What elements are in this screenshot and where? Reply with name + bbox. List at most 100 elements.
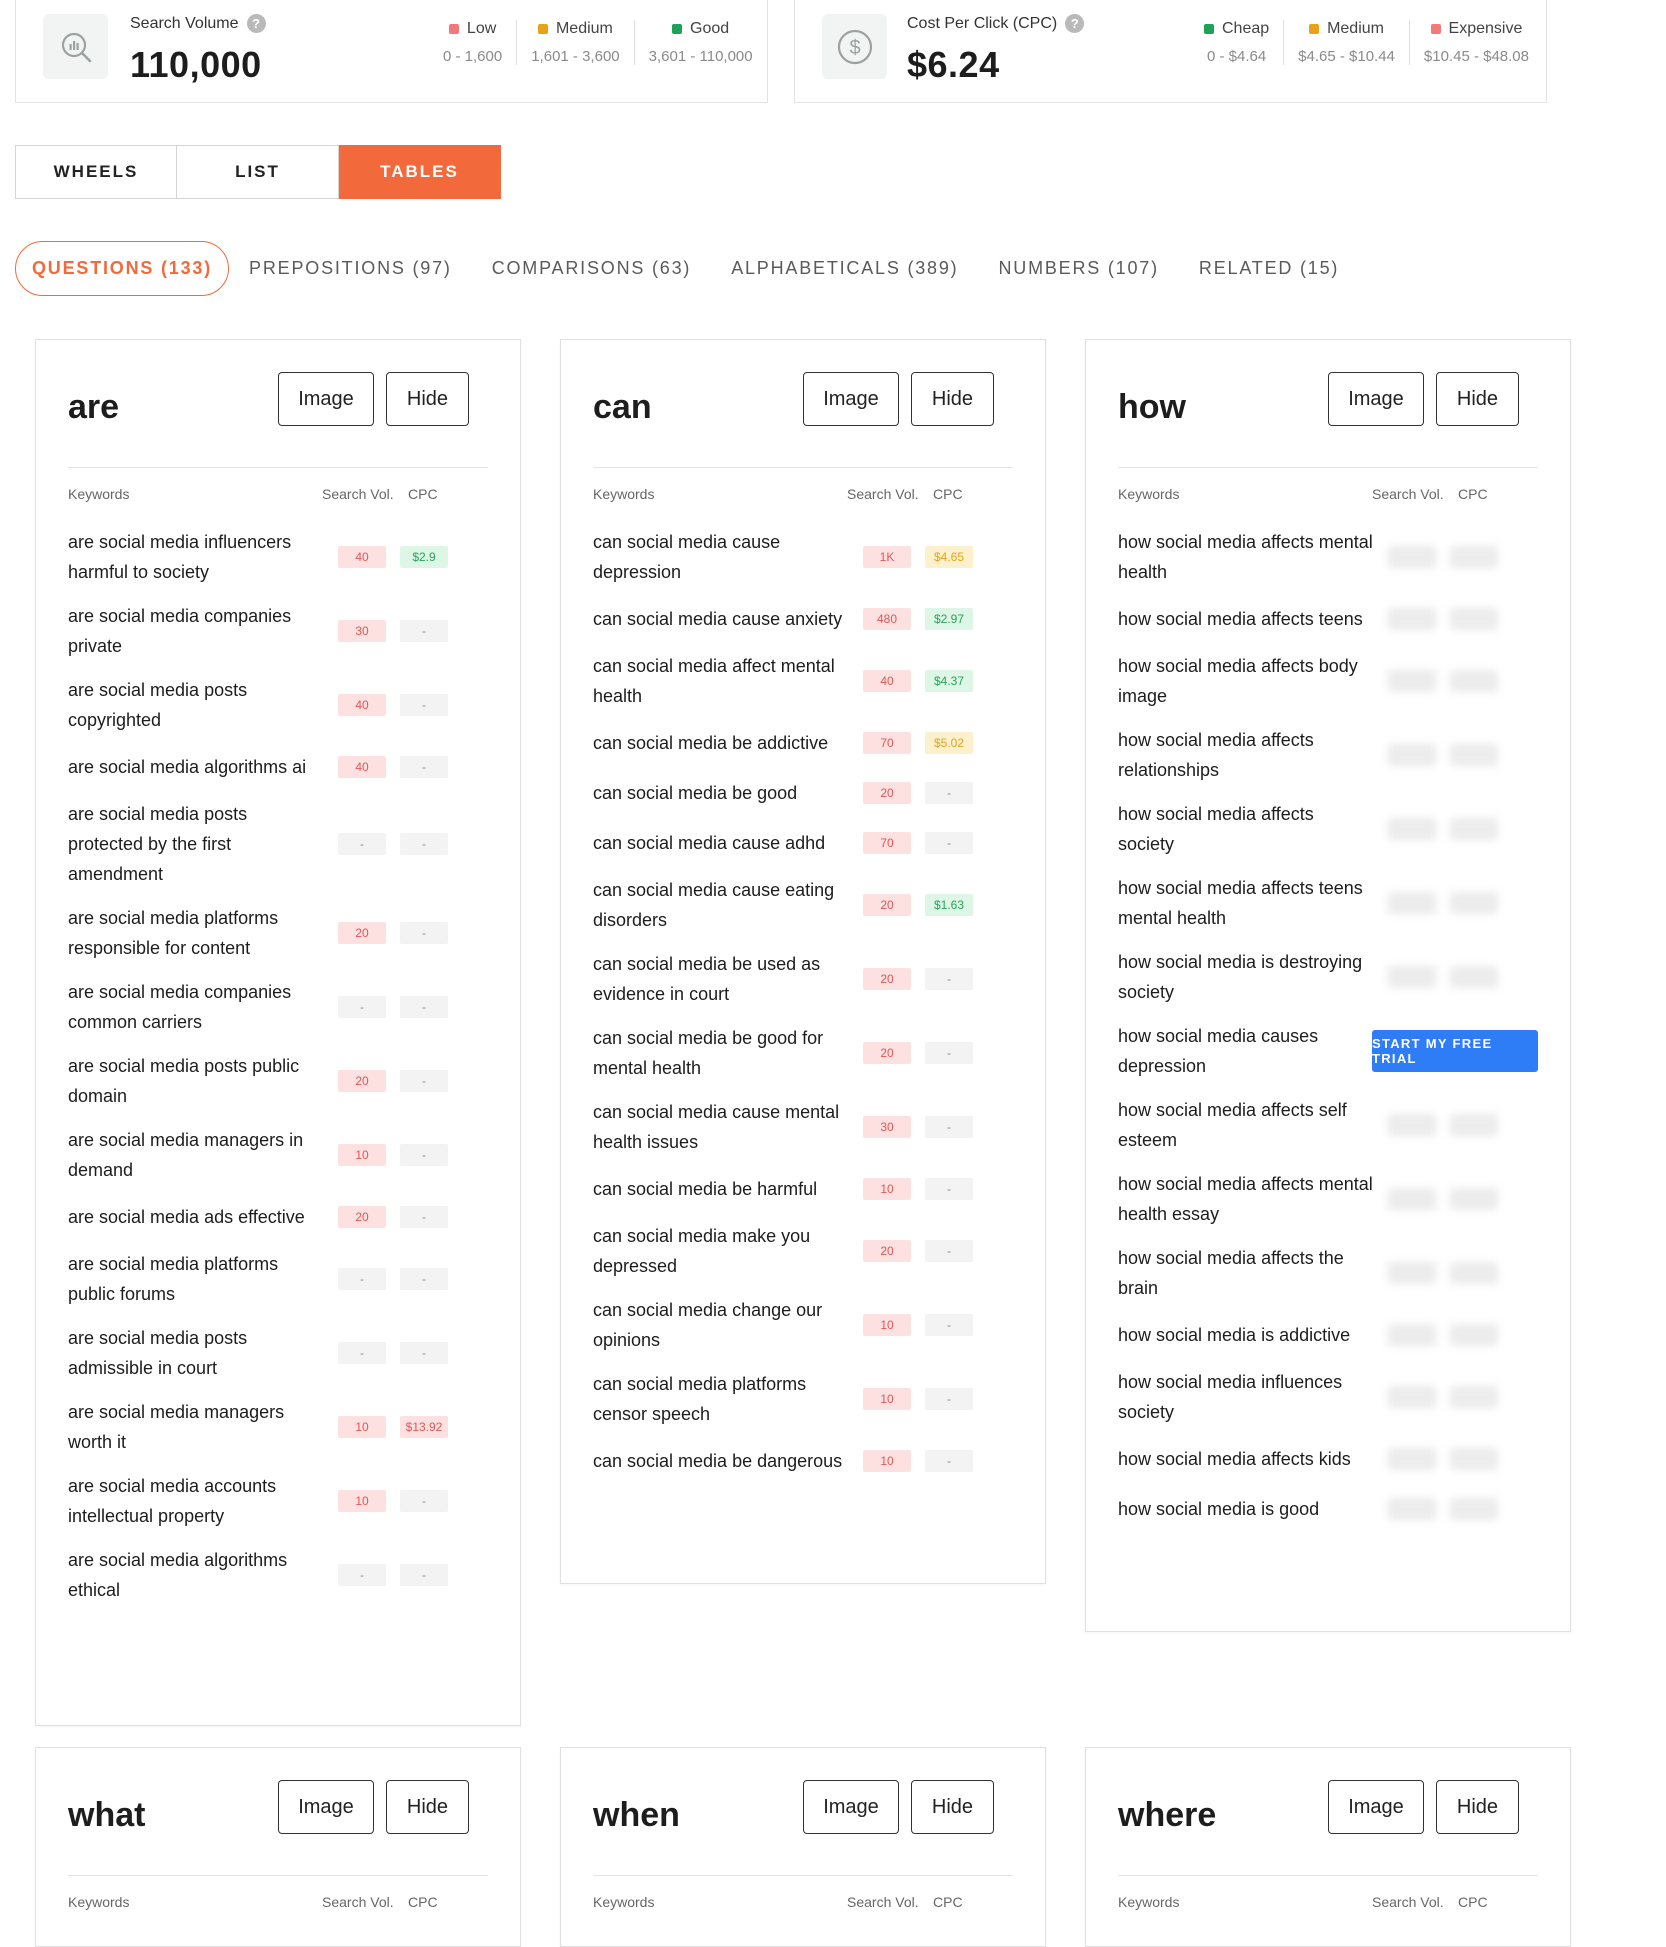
keyword-text[interactable]: can social media be good xyxy=(593,778,848,808)
keyword-row[interactable]: how social media affects kids xyxy=(1118,1434,1548,1484)
view-list-button[interactable]: LIST xyxy=(177,145,339,199)
hide-button[interactable]: Hide xyxy=(911,372,994,426)
hide-button[interactable]: Hide xyxy=(1436,1780,1519,1834)
keyword-text[interactable]: how social media affects teens mental he… xyxy=(1118,873,1373,933)
keyword-row[interactable]: can social media be dangerous 10- xyxy=(593,1436,1023,1486)
keyword-row[interactable]: how social media affects the brain xyxy=(1118,1236,1548,1310)
keyword-row[interactable]: can social media cause eating disorders 2… xyxy=(593,868,1023,942)
keyword-row[interactable]: how social media is good xyxy=(1118,1484,1548,1534)
keyword-text[interactable]: are social media algorithms ethical xyxy=(68,1545,323,1605)
keyword-row[interactable]: how social media affects mental health e… xyxy=(1118,1162,1548,1236)
image-button[interactable]: Image xyxy=(1328,1780,1424,1834)
keyword-text[interactable]: how social media is destroying society xyxy=(1118,947,1373,1007)
keyword-row[interactable]: are social media managers in demand 10- xyxy=(68,1118,498,1192)
keyword-row[interactable]: are social media posts copyrighted 40- xyxy=(68,668,498,742)
keyword-text[interactable]: can social media platforms censor speech xyxy=(593,1369,848,1429)
hide-button[interactable]: Hide xyxy=(1436,372,1519,426)
keyword-row[interactable]: how social media influences society xyxy=(1118,1360,1548,1434)
keyword-text[interactable]: how social media is good xyxy=(1118,1494,1373,1524)
keyword-text[interactable]: how social media affects self esteem xyxy=(1118,1095,1373,1155)
keyword-row[interactable]: can social media cause anxiety 480 $2.97 xyxy=(593,594,1023,644)
keyword-row[interactable]: can social media be harmful 10- xyxy=(593,1164,1023,1214)
keyword-text[interactable]: can social media be addictive xyxy=(593,728,848,758)
tab-alphabeticals[interactable]: ALPHABETICALS (389) xyxy=(711,241,978,296)
keyword-text[interactable]: can social media be dangerous xyxy=(593,1446,848,1476)
keyword-text[interactable]: can social media cause mental health iss… xyxy=(593,1097,848,1157)
keyword-row[interactable]: how social media is destroying society xyxy=(1118,940,1548,1014)
keyword-text[interactable]: how social media influences society xyxy=(1118,1367,1373,1427)
keyword-row[interactable]: can social media platforms censor speech… xyxy=(593,1362,1023,1436)
view-wheels-button[interactable]: WHEELS xyxy=(15,145,177,199)
keyword-row[interactable]: can social media cause adhd 70- xyxy=(593,818,1023,868)
keyword-text[interactable]: are social media posts admissible in cou… xyxy=(68,1323,323,1383)
keyword-text[interactable]: are social media managers in demand xyxy=(68,1125,323,1185)
hide-button[interactable]: Hide xyxy=(386,372,469,426)
keyword-text[interactable]: are social media platforms responsible f… xyxy=(68,903,323,963)
keyword-text[interactable]: are social media posts public domain xyxy=(68,1051,323,1111)
keyword-text[interactable]: are social media posts protected by the … xyxy=(68,799,323,889)
hide-button[interactable]: Hide xyxy=(386,1780,469,1834)
keyword-text[interactable]: how social media affects the brain xyxy=(1118,1243,1373,1303)
keyword-text[interactable]: how social media affects mental health xyxy=(1118,527,1373,587)
keyword-row[interactable]: can social media be good 20- xyxy=(593,768,1023,818)
keyword-row[interactable]: are social media algorithms ai 40- xyxy=(68,742,498,792)
keyword-row[interactable]: can social media cause depression 1K $4.65 xyxy=(593,520,1023,594)
keyword-text[interactable]: are social media companies common carrie… xyxy=(68,977,323,1037)
keyword-row[interactable]: are social media accounts intellectual p… xyxy=(68,1464,498,1538)
help-icon[interactable]: ? xyxy=(246,14,266,33)
keyword-text[interactable]: how social media affects kids xyxy=(1118,1444,1373,1474)
keyword-row[interactable]: are social media managers worth it 10 $13.… xyxy=(68,1390,498,1464)
keyword-text[interactable]: how social media affects mental health e… xyxy=(1118,1169,1373,1229)
keyword-text[interactable]: how social media affects teens xyxy=(1118,604,1373,634)
keyword-row[interactable]: can social media make you depressed 20- xyxy=(593,1214,1023,1288)
keyword-text[interactable]: can social media cause anxiety xyxy=(593,604,848,634)
keyword-row[interactable]: can social media be addictive 70 $5.02 xyxy=(593,718,1023,768)
keyword-text[interactable]: can social media be good for mental heal… xyxy=(593,1023,848,1083)
keyword-row[interactable]: how social media affects relationships xyxy=(1118,718,1548,792)
keyword-row[interactable]: can social media change our opinions 10- xyxy=(593,1288,1023,1362)
keyword-row[interactable]: are social media companies private 30- xyxy=(68,594,498,668)
keyword-text[interactable]: are social media companies private xyxy=(68,601,323,661)
keyword-text[interactable]: can social media cause depression xyxy=(593,527,848,587)
keyword-text[interactable]: how social media is addictive xyxy=(1118,1320,1373,1350)
keyword-row[interactable]: how social media affects teens mental he… xyxy=(1118,866,1548,940)
keyword-text[interactable]: can social media affect mental health xyxy=(593,651,848,711)
keyword-row[interactable]: are social media posts protected by the … xyxy=(68,792,498,896)
tab-numbers[interactable]: NUMBERS (107) xyxy=(978,241,1178,296)
keyword-row[interactable]: are social media posts admissible in cou… xyxy=(68,1316,498,1390)
keyword-row[interactable]: how social media affects self esteem xyxy=(1118,1088,1548,1162)
keyword-row[interactable]: are social media platforms responsible f… xyxy=(68,896,498,970)
keyword-row[interactable]: are social media platforms public forums… xyxy=(68,1242,498,1316)
help-icon[interactable]: ? xyxy=(1065,14,1085,33)
keyword-row[interactable]: are social media companies common carrie… xyxy=(68,970,498,1044)
keyword-text[interactable]: can social media make you depressed xyxy=(593,1221,848,1281)
keyword-text[interactable]: can social media change our opinions xyxy=(593,1295,848,1355)
keyword-row[interactable]: are social media influencers harmful to … xyxy=(68,520,498,594)
keyword-row[interactable]: how social media is addictive xyxy=(1118,1310,1548,1360)
keyword-row[interactable]: how social media affects society xyxy=(1118,792,1548,866)
keyword-text[interactable]: how social media causes depression xyxy=(1118,1021,1373,1081)
tab-related[interactable]: RELATED (15) xyxy=(1179,241,1359,296)
keyword-row[interactable]: are social media algorithms ethical - - xyxy=(68,1538,498,1612)
start-free-trial-button[interactable]: START MY FREE TRIAL xyxy=(1372,1030,1538,1072)
keyword-text[interactable]: are social media ads effective xyxy=(68,1202,323,1232)
tab-prepositions[interactable]: PREPOSITIONS (97) xyxy=(229,241,472,296)
view-tables-button[interactable]: TABLES xyxy=(339,145,501,199)
tab-questions[interactable]: QUESTIONS (133) xyxy=(15,241,230,296)
tab-comparisons[interactable]: COMPARISONS (63) xyxy=(472,241,712,296)
keyword-text[interactable]: are social media influencers harmful to … xyxy=(68,527,323,587)
keyword-row[interactable]: can social media affect mental health 40 $… xyxy=(593,644,1023,718)
keyword-text[interactable]: how social media affects body image xyxy=(1118,651,1373,711)
image-button[interactable]: Image xyxy=(1328,372,1424,426)
keyword-row[interactable]: can social media be good for mental heal… xyxy=(593,1016,1023,1090)
keyword-row[interactable]: can social media cause mental health iss… xyxy=(593,1090,1023,1164)
keyword-row[interactable]: how social media affects teens xyxy=(1118,594,1548,644)
keyword-text[interactable]: are social media managers worth it xyxy=(68,1397,323,1457)
keyword-text[interactable]: are social media platforms public forums xyxy=(68,1249,323,1309)
image-button[interactable]: Image xyxy=(803,1780,899,1834)
keyword-text[interactable]: are social media accounts intellectual p… xyxy=(68,1471,323,1531)
keyword-text[interactable]: can social media be harmful xyxy=(593,1174,848,1204)
image-button[interactable]: Image xyxy=(803,372,899,426)
keyword-text[interactable]: how social media affects relationships xyxy=(1118,725,1373,785)
keyword-row[interactable]: how social media affects mental health xyxy=(1118,520,1548,594)
